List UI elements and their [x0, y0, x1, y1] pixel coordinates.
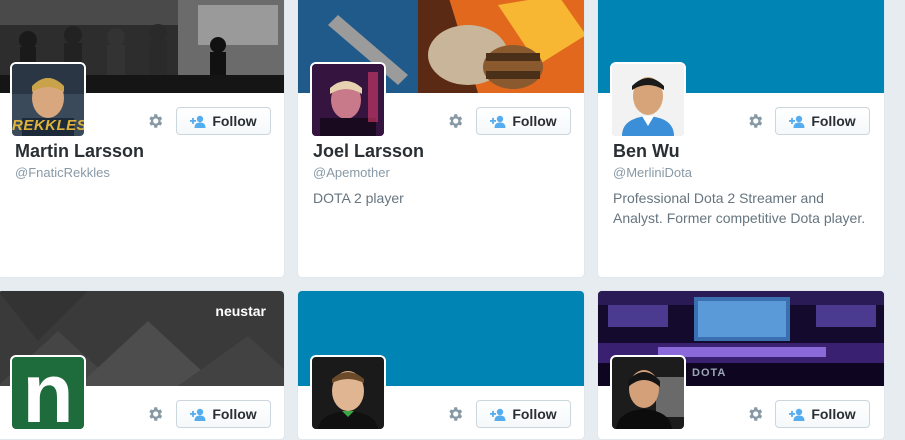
user-name[interactable]: Ben Wu [613, 141, 680, 162]
avatar-image [312, 64, 384, 136]
follow-label: Follow [212, 406, 257, 422]
add-user-icon [789, 115, 805, 128]
user-card: Follow [297, 290, 585, 440]
add-user-icon [190, 115, 206, 128]
user-handle[interactable]: @Apemother [313, 165, 390, 180]
user-handle[interactable]: @MerliniDota [613, 165, 692, 180]
avatar[interactable] [610, 62, 686, 138]
avatar[interactable]: REKKLES [10, 62, 86, 138]
user-bio: Professional Dota 2 Streamer and Analyst… [613, 190, 866, 226]
user-card: Follow Joel Larsson @Apemother DOTA 2 pl… [297, 0, 585, 278]
follow-button[interactable]: Follow [176, 107, 271, 135]
user-actions-gear-icon[interactable] [145, 404, 165, 424]
avatar-image [612, 357, 684, 429]
user-actions-gear-icon[interactable] [745, 111, 765, 131]
follow-label: Follow [512, 113, 557, 129]
follow-label: Follow [512, 406, 557, 422]
add-user-icon [490, 408, 506, 421]
user-card: Follow Ben Wu @MerliniDota Professional … [597, 0, 885, 278]
add-user-icon [490, 115, 506, 128]
user-name[interactable]: Martin Larsson [15, 141, 144, 162]
banner-logo-text: neustar [215, 303, 266, 319]
avatar[interactable] [310, 355, 386, 431]
follow-label: Follow [212, 113, 257, 129]
user-actions-gear-icon[interactable] [445, 404, 465, 424]
avatar[interactable] [610, 355, 686, 431]
user-card: neustar n Follow [0, 290, 285, 440]
user-card: REKKLES Follow Martin Larsson @FnaticRek… [0, 0, 285, 278]
follow-button[interactable]: Follow [176, 400, 271, 428]
user-card: DOTA Follow [597, 290, 885, 440]
user-handle[interactable]: @FnaticRekkles [15, 165, 110, 180]
avatar[interactable] [310, 62, 386, 138]
avatar[interactable]: n [10, 355, 86, 431]
follow-button[interactable]: Follow [775, 400, 870, 428]
user-name[interactable]: Joel Larsson [313, 141, 424, 162]
user-bio: DOTA 2 player [313, 190, 404, 206]
add-user-icon [190, 408, 206, 421]
avatar-image [612, 64, 684, 136]
user-actions-gear-icon[interactable] [445, 111, 465, 131]
follow-button[interactable]: Follow [476, 107, 571, 135]
user-actions-gear-icon[interactable] [745, 404, 765, 424]
avatar-caption: REKKLES [12, 117, 86, 134]
follow-button[interactable]: Follow [775, 107, 870, 135]
follow-button[interactable]: Follow [476, 400, 571, 428]
follow-label: Follow [811, 113, 856, 129]
user-actions-gear-icon[interactable] [145, 111, 165, 131]
follow-label: Follow [811, 406, 856, 422]
avatar-logo-letter: n [22, 355, 74, 431]
avatar-image [312, 357, 384, 429]
add-user-icon [789, 408, 805, 421]
banner-logo-text: DOTA [692, 367, 727, 379]
